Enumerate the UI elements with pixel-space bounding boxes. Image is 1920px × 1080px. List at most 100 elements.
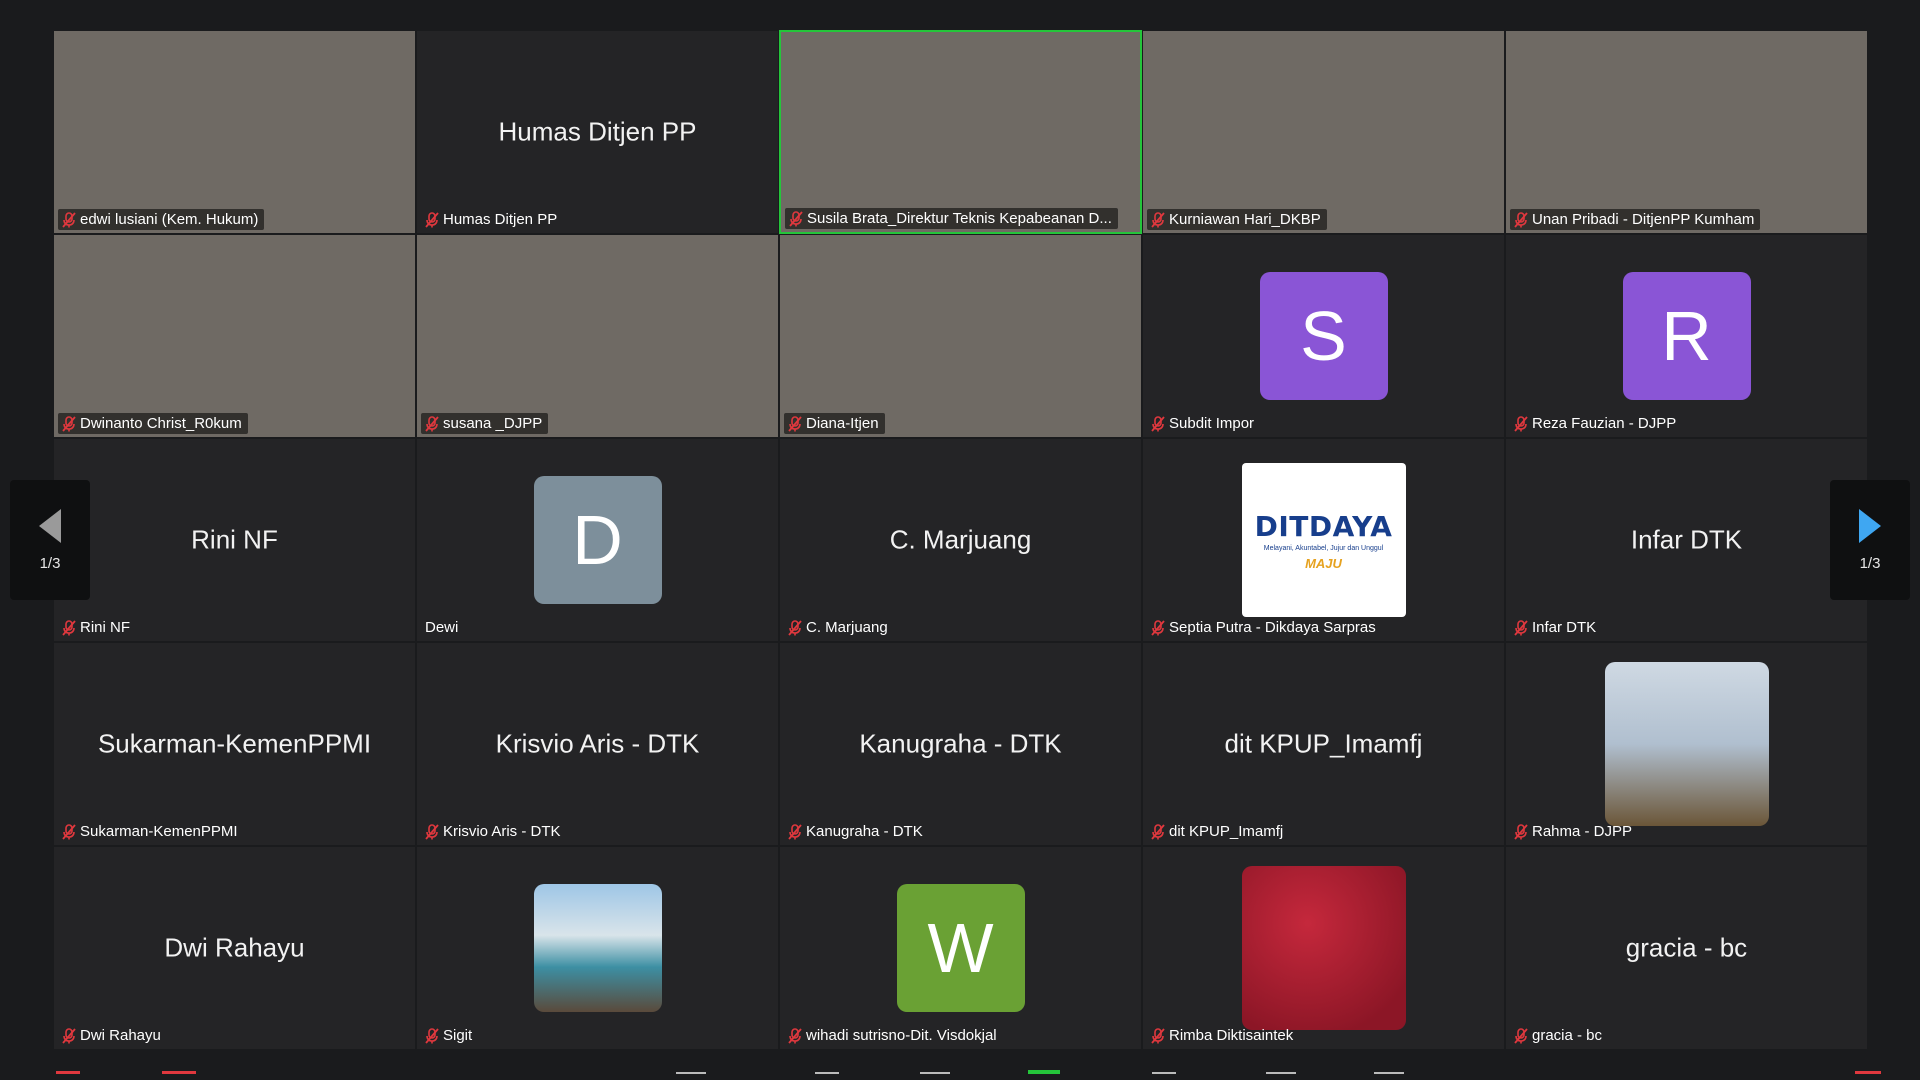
more-icon[interactable] <box>1374 1072 1404 1080</box>
participant-name-label: Sigit <box>421 1025 478 1046</box>
ai-companion-icon[interactable] <box>1152 1072 1176 1080</box>
participants-icon[interactable] <box>676 1072 706 1080</box>
participant-tile[interactable]: edwi lusiani (Kem. Hukum) <box>53 30 416 234</box>
page-indicator-right: 1/3 <box>1859 554 1881 572</box>
participant-name-label: gracia - bc <box>1510 1025 1608 1046</box>
participant-name: Subdit Impor <box>1169 415 1255 432</box>
meeting-toolbar <box>0 1058 1920 1080</box>
participant-tile[interactable]: gracia - bc gracia - bc <box>1505 846 1868 1050</box>
participant-tile[interactable]: Unan Pribadi - DitjenPP Kumham <box>1505 30 1868 234</box>
participant-name: Rimba Diktisaintek <box>1169 1027 1294 1044</box>
participant-tile[interactable]: Humas Ditjen PP Humas Ditjen PP <box>416 30 779 234</box>
participant-name-label: Kanugraha - DTK <box>784 821 929 842</box>
participant-tile[interactable]: Sigit <box>416 846 779 1050</box>
participant-tile[interactable]: S Subdit Impor <box>1142 234 1505 438</box>
participant-tile[interactable]: Susila Brata_Direktur Teknis Kepabeanan … <box>779 30 1142 234</box>
participant-name: wihadi sutrisno-Dit. Visdokjal <box>806 1027 997 1044</box>
muted-mic-icon <box>1151 211 1165 228</box>
participant-tile[interactable]: Rini NF Rini NF <box>53 438 416 642</box>
participant-tile[interactable]: Infar DTK Infar DTK <box>1505 438 1868 642</box>
participant-name: Dewi <box>425 619 459 636</box>
participant-name-label: Unan Pribadi - DitjenPP Kumham <box>1510 209 1761 230</box>
video-feed <box>54 235 415 437</box>
next-page-button[interactable]: 1/3 <box>1830 480 1910 600</box>
participant-name-label: edwi lusiani (Kem. Hukum) <box>58 209 265 230</box>
participant-name-label: susana _DJPP <box>421 413 549 434</box>
participant-tile[interactable]: Sukarman-KemenPPMI Sukarman-KemenPPMI <box>53 642 416 846</box>
muted-mic-icon <box>62 415 76 432</box>
participant-tile[interactable]: Wwihadi sutrisno-Dit. Visdokjal <box>779 846 1142 1050</box>
participant-name-label: dit KPUP_Imamfj <box>1147 821 1289 842</box>
participant-tile[interactable]: Diana-Itjen <box>779 234 1142 438</box>
participant-avatar <box>533 884 662 1012</box>
participant-name-label: Diana-Itjen <box>784 413 885 434</box>
participant-avatar <box>1241 866 1406 1030</box>
participant-name: Krisvio Aris - DTK <box>443 823 561 840</box>
participant-display-name: Kanugraha - DTK <box>859 728 1062 759</box>
participant-name: Infar DTK <box>1532 619 1597 636</box>
participant-name: Dwinanto Christ_R0kum <box>80 415 242 432</box>
video-feed <box>54 31 415 233</box>
participant-name-label: Dewi <box>421 617 464 638</box>
participant-display-name: Sukarman-KemenPPMI <box>97 728 372 759</box>
video-feed <box>1506 31 1867 233</box>
muted-mic-icon <box>1514 619 1528 636</box>
participant-display-name: Humas Ditjen PP <box>498 116 697 147</box>
participant-display-name: Krisvio Aris - DTK <box>495 728 700 759</box>
participant-name: Dwi Rahayu <box>80 1027 161 1044</box>
muted-mic-icon <box>62 211 76 228</box>
participant-name: Sukarman-KemenPPMI <box>80 823 238 840</box>
participant-tile[interactable]: Kanugraha - DTK Kanugraha - DTK <box>779 642 1142 846</box>
mute-icon[interactable] <box>56 1071 80 1080</box>
muted-mic-icon <box>1151 823 1165 840</box>
participant-name-label: C. Marjuang <box>784 617 894 638</box>
participant-tile[interactable]: DITDAYA Melayani, Akuntabel, Jujur dan Un… <box>1142 438 1505 642</box>
participant-name: gracia - bc <box>1532 1027 1603 1044</box>
participant-tile[interactable]: dit KPUP_Imamfj dit KPUP_Imamfj <box>1142 642 1505 846</box>
muted-mic-icon <box>788 415 802 432</box>
muted-mic-icon <box>1151 619 1165 636</box>
arrow-right-icon <box>1859 508 1881 543</box>
video-icon[interactable] <box>162 1071 196 1080</box>
muted-mic-icon <box>1514 823 1528 840</box>
participant-tile[interactable]: Dwinanto Christ_R0kum <box>53 234 416 438</box>
participant-tile[interactable]: R Reza Fauzian - DJPP <box>1505 234 1868 438</box>
participant-tile[interactable]: D Dewi <box>416 438 779 642</box>
participant-display-name: Rini NF <box>191 524 278 555</box>
share-screen-icon[interactable] <box>1028 1070 1060 1080</box>
muted-mic-icon <box>788 1027 802 1044</box>
muted-mic-icon <box>788 619 802 636</box>
participant-name: Septia Putra - Dikdaya Sarpras <box>1169 619 1376 636</box>
react-icon[interactable] <box>920 1072 950 1080</box>
participant-display-name: C. Marjuang <box>889 524 1032 555</box>
muted-mic-icon <box>1151 1027 1165 1044</box>
participant-name: edwi lusiani (Kem. Hukum) <box>80 211 259 228</box>
page-indicator-left: 1/3 <box>39 554 61 572</box>
previous-page-button[interactable]: 1/3 <box>10 480 90 600</box>
participant-name: dit KPUP_Imamfj <box>1169 823 1284 840</box>
muted-mic-icon <box>62 1027 76 1044</box>
participant-name-label: Infar DTK <box>1510 617 1602 638</box>
participant-name: Rini NF <box>80 619 131 636</box>
muted-mic-icon <box>1151 415 1165 432</box>
apps-icon[interactable] <box>1266 1072 1296 1080</box>
participant-tile[interactable]: Rahma - DJPP <box>1505 642 1868 846</box>
video-grid: edwi lusiani (Kem. Hukum) Humas Ditjen PP… <box>53 30 1868 1050</box>
chat-icon[interactable] <box>815 1072 839 1080</box>
participant-name-label: Rahma - DJPP <box>1510 821 1638 842</box>
participant-tile[interactable]: C. Marjuang C. Marjuang <box>779 438 1142 642</box>
participant-name-label: Reza Fauzian - DJPP <box>1510 413 1682 434</box>
muted-mic-icon <box>425 823 439 840</box>
participant-name-label: wihadi sutrisno-Dit. Visdokjal <box>784 1025 1003 1046</box>
participant-tile[interactable]: Kurniawan Hari_DKBP <box>1142 30 1505 234</box>
participant-tile[interactable]: Krisvio Aris - DTK Krisvio Aris - DTK <box>416 642 779 846</box>
participant-tile[interactable]: Dwi Rahayu Dwi Rahayu <box>53 846 416 1050</box>
participant-name: Reza Fauzian - DJPP <box>1532 415 1677 432</box>
participant-name-label: Rini NF <box>58 617 136 638</box>
leave-icon[interactable] <box>1855 1071 1881 1080</box>
participant-avatar: S <box>1259 272 1388 400</box>
participant-tile[interactable]: Rimba Diktisaintek <box>1142 846 1505 1050</box>
participant-name: Sigit <box>443 1027 473 1044</box>
participant-tile[interactable]: susana _DJPP <box>416 234 779 438</box>
participant-avatar <box>1604 662 1769 826</box>
